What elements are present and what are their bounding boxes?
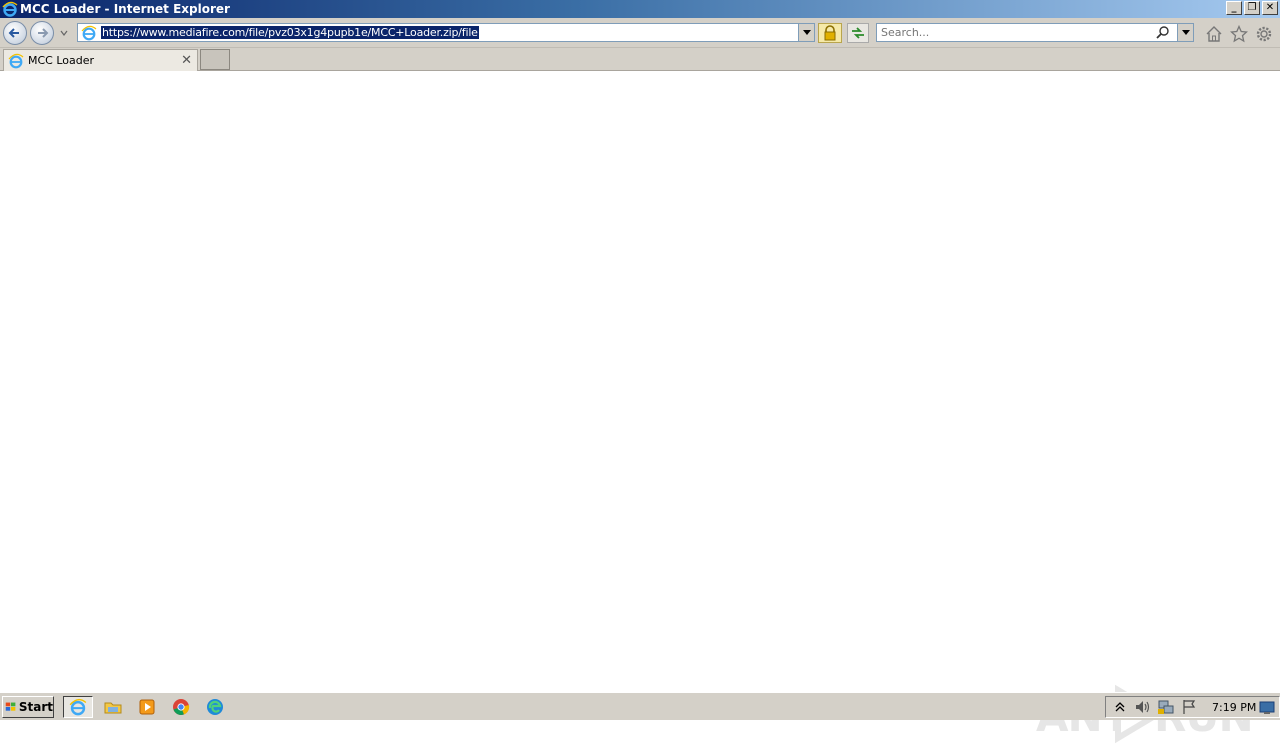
media-player-icon <box>139 699 155 715</box>
taskbar-edge[interactable] <box>200 696 230 718</box>
recent-pages-chevron-down-icon[interactable] <box>59 28 69 38</box>
edge-icon <box>207 699 223 715</box>
navigation-bar: https://www.mediafire.com/file/pvz03x1g4… <box>0 18 1280 48</box>
show-desktop-icon[interactable] <box>1259 701 1275 715</box>
address-url[interactable]: https://www.mediafire.com/file/pvz03x1g4… <box>101 26 479 39</box>
taskbar-chrome[interactable] <box>166 696 196 718</box>
tools-button[interactable] <box>1254 24 1274 44</box>
page-ie-icon <box>81 25 97 40</box>
star-icon <box>1230 25 1248 43</box>
window-title: MCC Loader - Internet Explorer <box>20 2 230 16</box>
page-content: ANY RUN <box>0 72 1280 744</box>
tab-label: MCC Loader <box>28 54 95 67</box>
forward-arrow-icon <box>38 28 49 38</box>
file-explorer-icon <box>104 702 122 714</box>
tab-ie-icon <box>8 53 24 68</box>
search-icon[interactable] <box>1155 25 1171 41</box>
search-input[interactable] <box>881 24 1151 41</box>
restore-button[interactable]: ❐ <box>1244 1 1260 15</box>
chrome-icon <box>173 699 190 715</box>
internet-explorer-icon <box>69 698 87 716</box>
search-box[interactable] <box>876 23 1194 42</box>
security-lock-button[interactable] <box>818 23 842 43</box>
window-titlebar: MCC Loader - Internet Explorer _ ❐ ✕ <box>0 0 1280 18</box>
tab-mcc-loader[interactable]: MCC Loader ✕ <box>3 49 198 71</box>
address-bar[interactable]: https://www.mediafire.com/file/pvz03x1g4… <box>77 23 815 42</box>
start-label: Start <box>18 700 53 714</box>
tab-strip: MCC Loader ✕ <box>0 48 1280 71</box>
taskbar-file-explorer[interactable] <box>98 696 128 718</box>
action-center-flag-icon[interactable] <box>1180 699 1198 715</box>
favorites-button[interactable] <box>1229 24 1249 44</box>
chevron-down-icon <box>1181 29 1190 35</box>
system-tray: 7:19 PM <box>1105 696 1280 718</box>
back-button[interactable] <box>3 21 27 45</box>
refresh-button[interactable] <box>847 23 869 43</box>
window-controls: _ ❐ ✕ <box>1226 1 1278 15</box>
gear-icon <box>1256 26 1272 42</box>
close-button[interactable]: ✕ <box>1262 1 1278 15</box>
taskbar: Start 7:19 PM <box>0 692 1280 720</box>
lock-icon <box>824 25 836 41</box>
minimize-button[interactable]: _ <box>1226 1 1242 15</box>
start-button[interactable]: Start <box>2 696 54 718</box>
clock[interactable]: 7:19 PM <box>1212 701 1256 714</box>
back-arrow-icon <box>8 28 19 38</box>
internet-explorer-icon <box>2 1 18 17</box>
taskbar-internet-explorer[interactable] <box>63 696 93 718</box>
search-dropdown-button[interactable] <box>1177 24 1193 41</box>
refresh-icon <box>852 27 864 39</box>
taskbar-media-player[interactable] <box>132 696 162 718</box>
home-button[interactable] <box>1204 24 1224 44</box>
volume-icon[interactable] <box>1134 699 1152 715</box>
network-icon[interactable] <box>1157 699 1175 715</box>
new-tab-button[interactable] <box>200 49 230 70</box>
home-icon <box>1206 26 1222 42</box>
address-dropdown-button[interactable] <box>798 24 814 41</box>
show-hidden-icon[interactable] <box>1111 699 1129 715</box>
forward-button[interactable] <box>30 21 54 45</box>
chevron-down-icon <box>802 29 811 35</box>
tab-close-icon[interactable]: ✕ <box>181 53 192 68</box>
windows-flag-icon <box>5 702 16 711</box>
